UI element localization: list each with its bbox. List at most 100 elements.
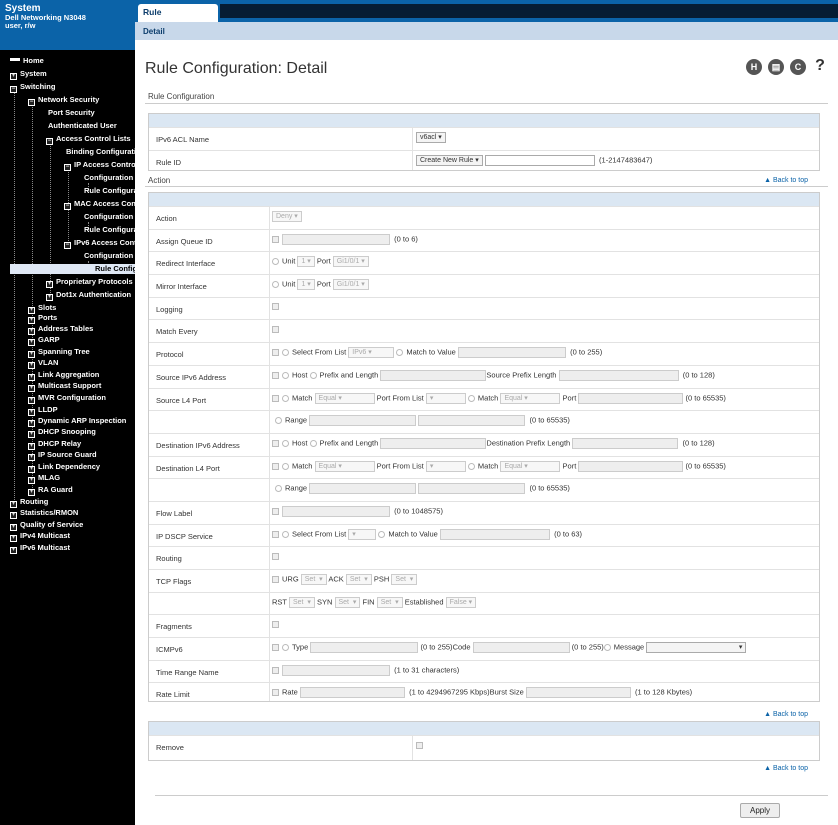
- nav-item-address-tables[interactable]: + Address Tables: [28, 324, 93, 335]
- protocol-list-radio[interactable]: [282, 349, 289, 357]
- protocol-value-input[interactable]: [457, 347, 566, 359]
- nav-item-access-control-lists[interactable]: − Access Control Lists: [46, 134, 131, 145]
- port-select[interactable]: Gi1/0/1 ▾: [332, 256, 369, 268]
- action-select[interactable]: Deny ▾: [272, 211, 302, 222]
- subtab-detail[interactable]: Detail: [143, 27, 165, 36]
- remove-checkbox[interactable]: [416, 741, 423, 749]
- range-radio[interactable]: [275, 417, 282, 425]
- urg-select[interactable]: Set ▾: [300, 574, 327, 585]
- message-radio[interactable]: [603, 644, 611, 652]
- back-to-top-link[interactable]: ▲ Back to top: [764, 177, 808, 184]
- collapse-icon[interactable]: −: [64, 164, 71, 171]
- fragments-checkbox[interactable]: [272, 620, 279, 628]
- rst-select[interactable]: Set ▾: [288, 596, 315, 608]
- time-range-checkbox[interactable]: [272, 666, 279, 674]
- range-radio[interactable]: [275, 485, 282, 493]
- source-ip-checkbox[interactable]: [272, 371, 279, 379]
- rule-id-select[interactable]: Create New Rule ▾: [416, 154, 483, 166]
- nav-item-ports[interactable]: + Ports: [28, 313, 57, 324]
- collapse-icon[interactable]: −: [64, 242, 71, 249]
- nav-item-configuration[interactable]: Configuration: [84, 173, 133, 183]
- expand-icon[interactable]: +: [28, 431, 35, 438]
- match-select[interactable]: Equal ▾: [314, 460, 375, 472]
- ack-select[interactable]: Set ▾: [345, 574, 372, 585]
- nav-item-switching[interactable]: − Switching: [10, 82, 55, 93]
- protocol-select[interactable]: IPv6 ▾: [348, 347, 395, 359]
- dscp-checkbox[interactable]: [272, 530, 279, 538]
- nav-item-routing[interactable]: + Routing: [10, 497, 48, 508]
- nav-item-statistics-rmon[interactable]: + Statistics/RMON: [10, 508, 78, 519]
- unit-select[interactable]: 1 ▾: [297, 279, 315, 291]
- port-list-select[interactable]: ▾: [425, 460, 466, 472]
- match2-select[interactable]: Equal ▾: [500, 460, 561, 472]
- acl-name-select[interactable]: v6acl ▾: [416, 132, 446, 143]
- port-input[interactable]: [578, 460, 684, 472]
- nav-item-rule-configuration[interactable]: Rule Configuration: [10, 264, 135, 274]
- routing-checkbox[interactable]: [272, 552, 279, 560]
- back-to-top-link[interactable]: ▲ Back to top: [764, 765, 808, 772]
- expand-icon[interactable]: +: [46, 281, 53, 288]
- expand-icon[interactable]: +: [28, 409, 35, 416]
- nav-item-quality-of-service[interactable]: + Quality of Service: [10, 520, 83, 531]
- fin-select[interactable]: Set ▾: [376, 596, 403, 608]
- protocol-value-radio[interactable]: [396, 349, 404, 357]
- match-radio[interactable]: [282, 394, 289, 402]
- nav-item-vlan[interactable]: + VLAN: [28, 358, 58, 369]
- match-select[interactable]: Equal ▾: [314, 392, 375, 404]
- dscp-value-input[interactable]: [439, 528, 550, 540]
- save-icon[interactable]: H: [746, 59, 762, 75]
- rate-limit-checkbox[interactable]: [272, 689, 279, 697]
- queue-input[interactable]: [282, 233, 390, 245]
- nav-item-system[interactable]: + System: [10, 69, 47, 80]
- expand-icon[interactable]: +: [10, 547, 17, 554]
- expand-icon[interactable]: +: [28, 385, 35, 392]
- syn-select[interactable]: Set ▾: [334, 596, 361, 608]
- nav-item-authenticated-user[interactable]: Authenticated User: [48, 121, 117, 131]
- refresh-icon[interactable]: C: [790, 59, 806, 75]
- expand-icon[interactable]: +: [28, 328, 35, 335]
- queue-checkbox[interactable]: [272, 235, 279, 243]
- help-icon[interactable]: ?: [812, 58, 828, 74]
- logging-checkbox[interactable]: [272, 303, 279, 311]
- nav-item-proprietary-protocols[interactable]: + Proprietary Protocols: [46, 277, 133, 288]
- expand-icon[interactable]: +: [28, 351, 35, 358]
- source-prefix-input[interactable]: [558, 369, 679, 381]
- expand-icon[interactable]: +: [28, 454, 35, 461]
- prefix-radio[interactable]: [309, 439, 317, 447]
- host-radio[interactable]: [282, 371, 289, 379]
- nav-item-dynamic-arp-inspection[interactable]: + Dynamic ARP Inspection: [28, 416, 126, 427]
- port-list-select[interactable]: ▾: [425, 392, 466, 404]
- source-ip-input[interactable]: [380, 369, 487, 381]
- nav-item-home[interactable]: Home: [10, 56, 44, 66]
- expand-icon[interactable]: +: [28, 443, 35, 450]
- collapse-icon[interactable]: −: [28, 99, 35, 106]
- port-select[interactable]: Gi1/0/1 ▾: [332, 279, 369, 291]
- source-l4-checkbox[interactable]: [272, 394, 279, 402]
- dscp-list-radio[interactable]: [282, 530, 289, 538]
- expand-icon[interactable]: +: [28, 339, 35, 346]
- unit-select[interactable]: 1 ▾: [297, 256, 315, 268]
- nav-item-dhcp-snooping[interactable]: + DHCP Snooping: [28, 427, 96, 438]
- nav-item-ipv4-multicast[interactable]: + IPv4 Multicast: [10, 531, 70, 542]
- tab-rule-configuration[interactable]: Rule Configuration: [138, 4, 218, 34]
- code-input[interactable]: [472, 642, 570, 654]
- redirect-radio[interactable]: [272, 258, 279, 266]
- protocol-checkbox[interactable]: [272, 349, 279, 357]
- nav-item-mvr-configuration[interactable]: + MVR Configuration: [28, 393, 106, 404]
- back-to-top-link[interactable]: ▲ Back to top: [764, 711, 808, 718]
- expand-icon[interactable]: +: [10, 512, 17, 519]
- nav-item-binding-configuration[interactable]: Binding Configuration: [66, 147, 135, 157]
- nav-item-ipv6-access-control[interactable]: −IPv6 Access Control: [64, 238, 135, 249]
- nav-item-link-aggregation[interactable]: + Link Aggregation: [28, 370, 99, 381]
- expand-icon[interactable]: +: [28, 317, 35, 324]
- collapse-icon[interactable]: −: [10, 86, 17, 93]
- port-input[interactable]: [578, 392, 684, 404]
- nav-item-link-dependency[interactable]: + Link Dependency: [28, 462, 100, 473]
- nav-item-configuration[interactable]: Configuration: [84, 251, 133, 261]
- nav-item-rule-configuration[interactable]: Rule Configuration: [84, 186, 135, 196]
- established-select[interactable]: False ▾: [445, 596, 477, 608]
- dest-l4-checkbox[interactable]: [272, 462, 279, 470]
- message-select[interactable]: ▾: [646, 642, 747, 654]
- time-range-input[interactable]: [282, 664, 390, 676]
- expand-icon[interactable]: +: [10, 73, 17, 80]
